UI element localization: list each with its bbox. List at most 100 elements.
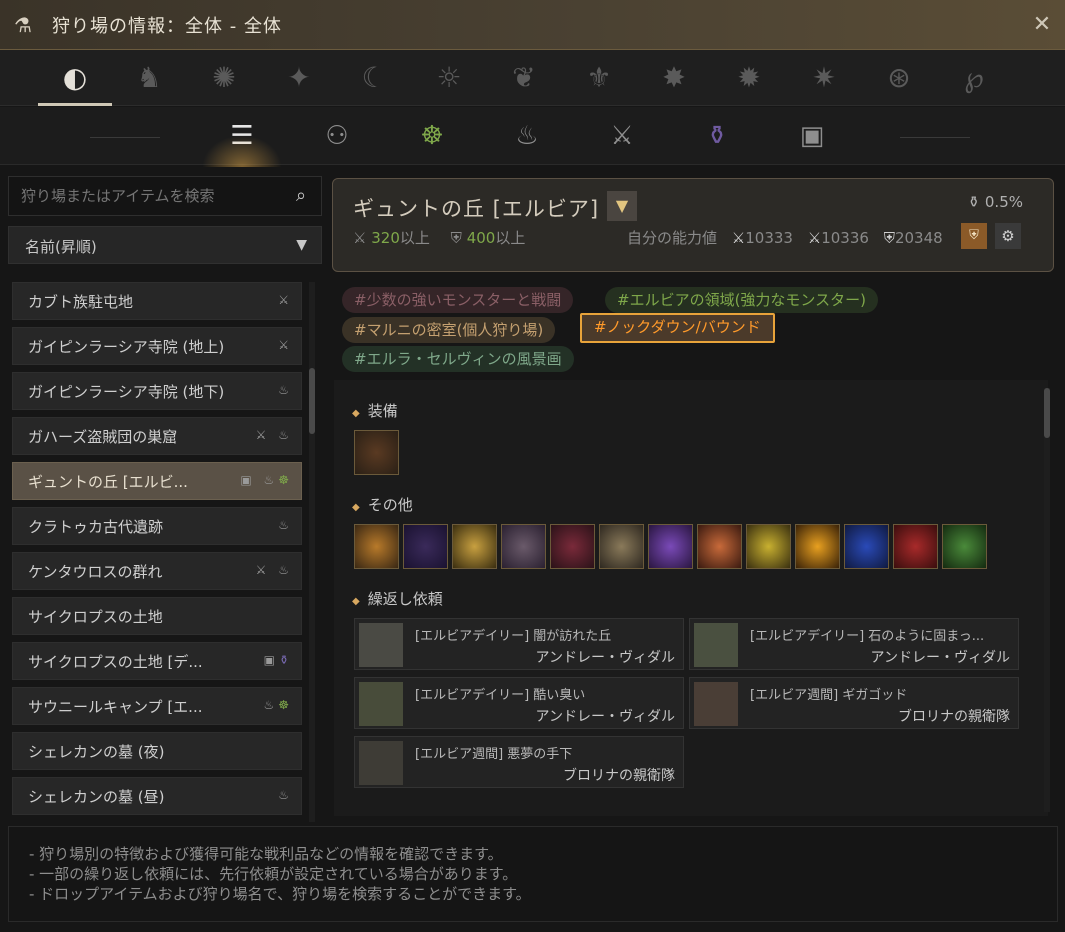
tab-balenos[interactable]: ♞ (126, 56, 172, 100)
my-stats-label: 自分の能力値 (627, 229, 718, 247)
flame-icon: ♨ (515, 121, 539, 151)
tab-elvia[interactable]: ℘ (951, 56, 997, 100)
list-item[interactable]: サイクロプスの土地 (12, 597, 302, 635)
close-button[interactable]: ✕ (1029, 12, 1055, 38)
tab-ocean[interactable]: ✹ (726, 56, 772, 100)
wheel-icon: ☸ (278, 698, 293, 712)
category-tabs: ☰ ⚇ ☸ ♨ ⚔ ⚱ ▣ (0, 107, 1065, 167)
tab-all-regions[interactable]: ◐ (38, 56, 112, 106)
loot-item[interactable] (550, 524, 595, 569)
quest-giver: ブロリナの親衛隊 (563, 768, 675, 784)
tab-drieghan[interactable]: ⚜ (576, 56, 622, 100)
right-panel: ギュントの丘 [エルビア] ▼ ⚔ 320以上 ⛨ 400以上 自分の能力値 ⚔… (330, 166, 1065, 820)
my-ap: 10333 (745, 229, 793, 247)
list-item-selected[interactable]: ギュントの丘 [エルビ... ▣ ♨☸ (12, 462, 302, 500)
sort-dropdown[interactable]: 名前(昇順) ▼ (8, 226, 322, 264)
zone-list: カブト族駐屯地 ⚔ ガイピンラーシア寺院 (地上) ⚔ ガイピンラーシア寺院 (地下… (12, 282, 302, 822)
loot-item[interactable] (599, 524, 644, 569)
zone-dropdown-button[interactable]: ▼ (607, 191, 637, 221)
tab-odyllita[interactable]: ✸ (651, 56, 697, 100)
moon-icon: ☾ (361, 61, 387, 94)
list-item[interactable]: クラトゥカ古代遺跡 ♨ (12, 507, 302, 545)
sunburst-icon: ✹ (737, 61, 761, 94)
tab-mediah[interactable]: ☾ (351, 56, 397, 100)
sword-icon: ⚔ (353, 229, 367, 247)
tab-painting[interactable]: ▣ (792, 117, 832, 155)
section-equipment: ◆ 装備 (352, 402, 398, 420)
tab-monster[interactable]: ⚇ (317, 117, 357, 155)
loot-item[interactable] (844, 524, 889, 569)
tab-serendia[interactable]: ✺ (201, 56, 247, 100)
loot-item[interactable] (501, 524, 546, 569)
loot-item[interactable] (354, 524, 399, 569)
quest-portrait (694, 682, 738, 726)
quest-portrait (694, 623, 738, 667)
gear-icon[interactable]: ⚙ (995, 223, 1021, 249)
tab-valencia[interactable]: ☼ (426, 56, 472, 100)
tab-list[interactable]: ☰ (202, 117, 282, 167)
tab-wheel[interactable]: ☸ (412, 117, 452, 155)
scrollbar-thumb[interactable] (1044, 388, 1050, 438)
tag-erla-painting[interactable]: #エルラ・セルヴィンの風景画 (342, 346, 574, 372)
sword-icon: ⚔ (731, 229, 746, 247)
quest-title: [エルビア週間] ギガゴッド (750, 688, 908, 703)
tab-scroll[interactable]: ⚔ (602, 117, 642, 155)
quest-card[interactable]: [エルビアデイリー] 酷い臭い アンドレー・ヴィダル (354, 677, 684, 729)
quest-giver: ブロリナの親衛隊 (898, 709, 1010, 725)
list-scrollbar[interactable] (309, 282, 315, 822)
list-item[interactable]: サウニールキャンプ [エ... ♨☸ (12, 687, 302, 725)
loot-item[interactable] (697, 524, 742, 569)
search-input[interactable] (21, 177, 281, 215)
equipment-item[interactable] (354, 430, 399, 475)
quest-giver: アンドレー・ヴィダル (535, 709, 675, 725)
sword-icon: ⚔ (807, 229, 822, 247)
content-scrollbar[interactable] (1044, 388, 1050, 812)
tab-calpheon[interactable]: ✦ (276, 56, 322, 100)
quest-card[interactable]: [エルビアデイリー] 石のように固まっ... アンドレー・ヴィダル (689, 618, 1019, 670)
loot-item[interactable] (942, 524, 987, 569)
tag-knockdown-bound[interactable]: #ノックダウン/バウンド (580, 313, 775, 343)
region-tabs: ◐ ♞ ✺ ✦ ☾ ☼ ❦ ⚜ ✸ ✹ ✷ ⊛ ℘ (0, 50, 1065, 106)
sort-label: 名前(昇順) (25, 238, 97, 256)
search-icon[interactable]: ⌕ (289, 184, 313, 208)
loot-item[interactable] (452, 524, 497, 569)
list-item[interactable]: ガハーズ盗賊団の巣窟 ⚔ ♨ (12, 417, 302, 455)
quest-card[interactable]: [エルビア週間] ギガゴッド ブロリナの親衛隊 (689, 677, 1019, 729)
tag-marni-chamber[interactable]: #マルニの密室(個人狩り場) (342, 317, 556, 343)
leaf-icon: ❦ (512, 61, 536, 94)
list-item[interactable]: シェレカンの墓 (夜) (12, 732, 302, 770)
shield-toggle-button[interactable]: ⛨ (961, 223, 987, 249)
loot-item[interactable] (795, 524, 840, 569)
loot-item[interactable] (746, 524, 791, 569)
tab-land-of-morning[interactable]: ⊛ (876, 56, 922, 100)
drop-rate-value: 0.5% (984, 193, 1023, 211)
quest-card[interactable]: [エルビアデイリー] 闇が訪れた丘 アンドレー・ヴィダル (354, 618, 684, 670)
my-aap: 10336 (821, 229, 869, 247)
tab-kamasylvia[interactable]: ❦ (501, 56, 547, 100)
quest-card[interactable]: [エルビア週間] 悪夢の手下 ブロリナの親衛隊 (354, 736, 684, 788)
list-item[interactable]: カブト族駐屯地 ⚔ (12, 282, 302, 320)
list-item[interactable]: ガイピンラーシア寺院 (地上) ⚔ (12, 327, 302, 365)
loot-item[interactable] (648, 524, 693, 569)
list-item[interactable]: ケンタウロスの群れ ⚔ ♨ (12, 552, 302, 590)
loot-item[interactable] (893, 524, 938, 569)
scrollbar-thumb[interactable] (309, 368, 315, 434)
loot-item[interactable] (403, 524, 448, 569)
painting-potion-icons: ▣⚱ (263, 653, 293, 667)
tab-fire[interactable]: ♨ (507, 117, 547, 155)
wheel-icon: ☸ (278, 473, 293, 487)
scroll-icon: ⚔ (610, 121, 634, 151)
tag-elvia-realm[interactable]: #エルビアの領域(強力なモンスター) (605, 287, 878, 313)
flame-icon: ♨ (278, 518, 293, 532)
zone-title: ギュントの丘 [エルビア] (353, 197, 600, 221)
quest-title: [エルビアデイリー] 酷い臭い (415, 688, 586, 703)
help-line: - 一部の繰り返し依頼には、先行依頼が設定されている場合があります。 (29, 865, 518, 883)
list-item[interactable]: シェレカンの墓 (昼) ♨ (12, 777, 302, 815)
eagle-icon: ✦ (287, 61, 311, 94)
tab-marni[interactable]: ⚱ (697, 117, 737, 155)
list-item[interactable]: ガイピンラーシア寺院 (地下) ♨ (12, 372, 302, 410)
tab-olvia[interactable]: ✷ (801, 56, 847, 100)
list-item[interactable]: サイクロプスの土地 [デ... ▣⚱ (12, 642, 302, 680)
search-box[interactable]: ⌕ (8, 176, 322, 216)
tag-few-strong-monsters[interactable]: #少数の強いモンスターと戦闘 (342, 287, 574, 313)
